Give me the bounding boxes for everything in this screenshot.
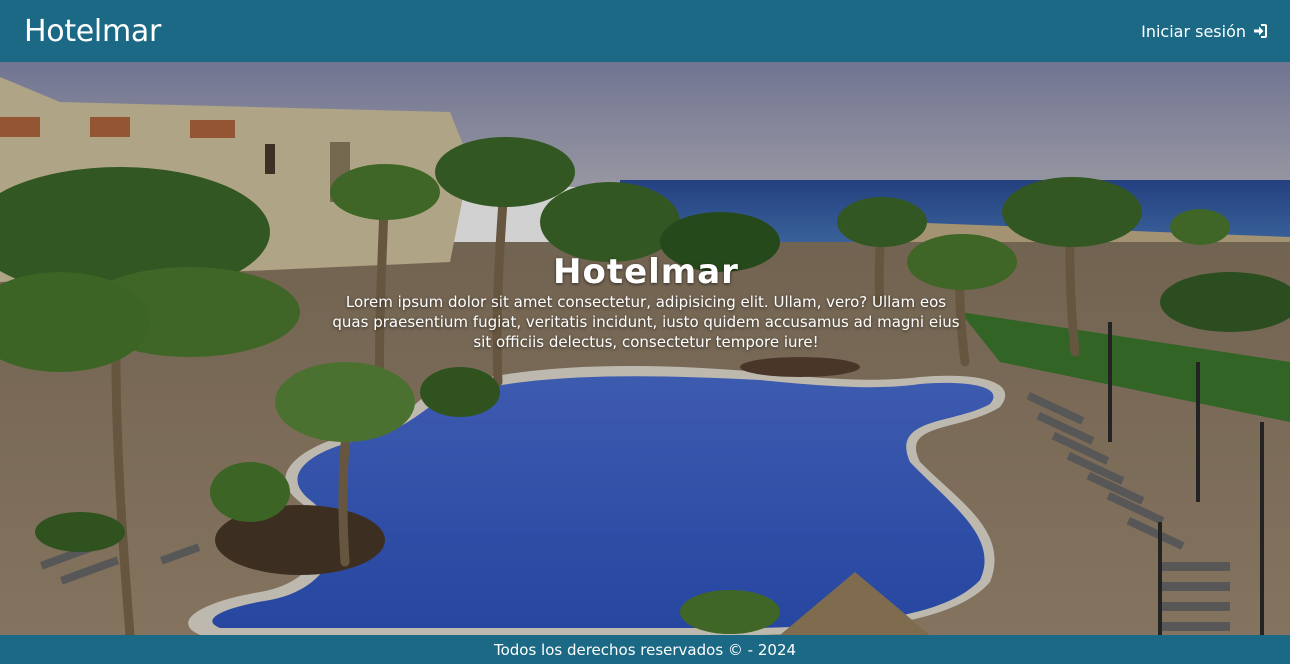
navbar: Hotelmar Iniciar sesión [0, 0, 1290, 62]
brand-logo[interactable]: Hotelmar [24, 14, 161, 49]
hero-caption: Hotelmar Lorem ipsum dolor sit amet cons… [330, 252, 962, 352]
sign-in-icon [1252, 23, 1268, 39]
hero-section: Hotelmar Lorem ipsum dolor sit amet cons… [0, 62, 1290, 635]
login-link[interactable]: Iniciar sesión [1141, 22, 1268, 41]
footer-copyright: Todos los derechos reservados © - 2024 [493, 640, 797, 659]
login-label: Iniciar sesión [1141, 21, 1246, 41]
footer: Todos los derechos reservados © - 2024 [0, 635, 1290, 664]
hero-description: Lorem ipsum dolor sit amet consectetur, … [332, 293, 960, 351]
hero-title: Hotelmar [553, 252, 739, 292]
